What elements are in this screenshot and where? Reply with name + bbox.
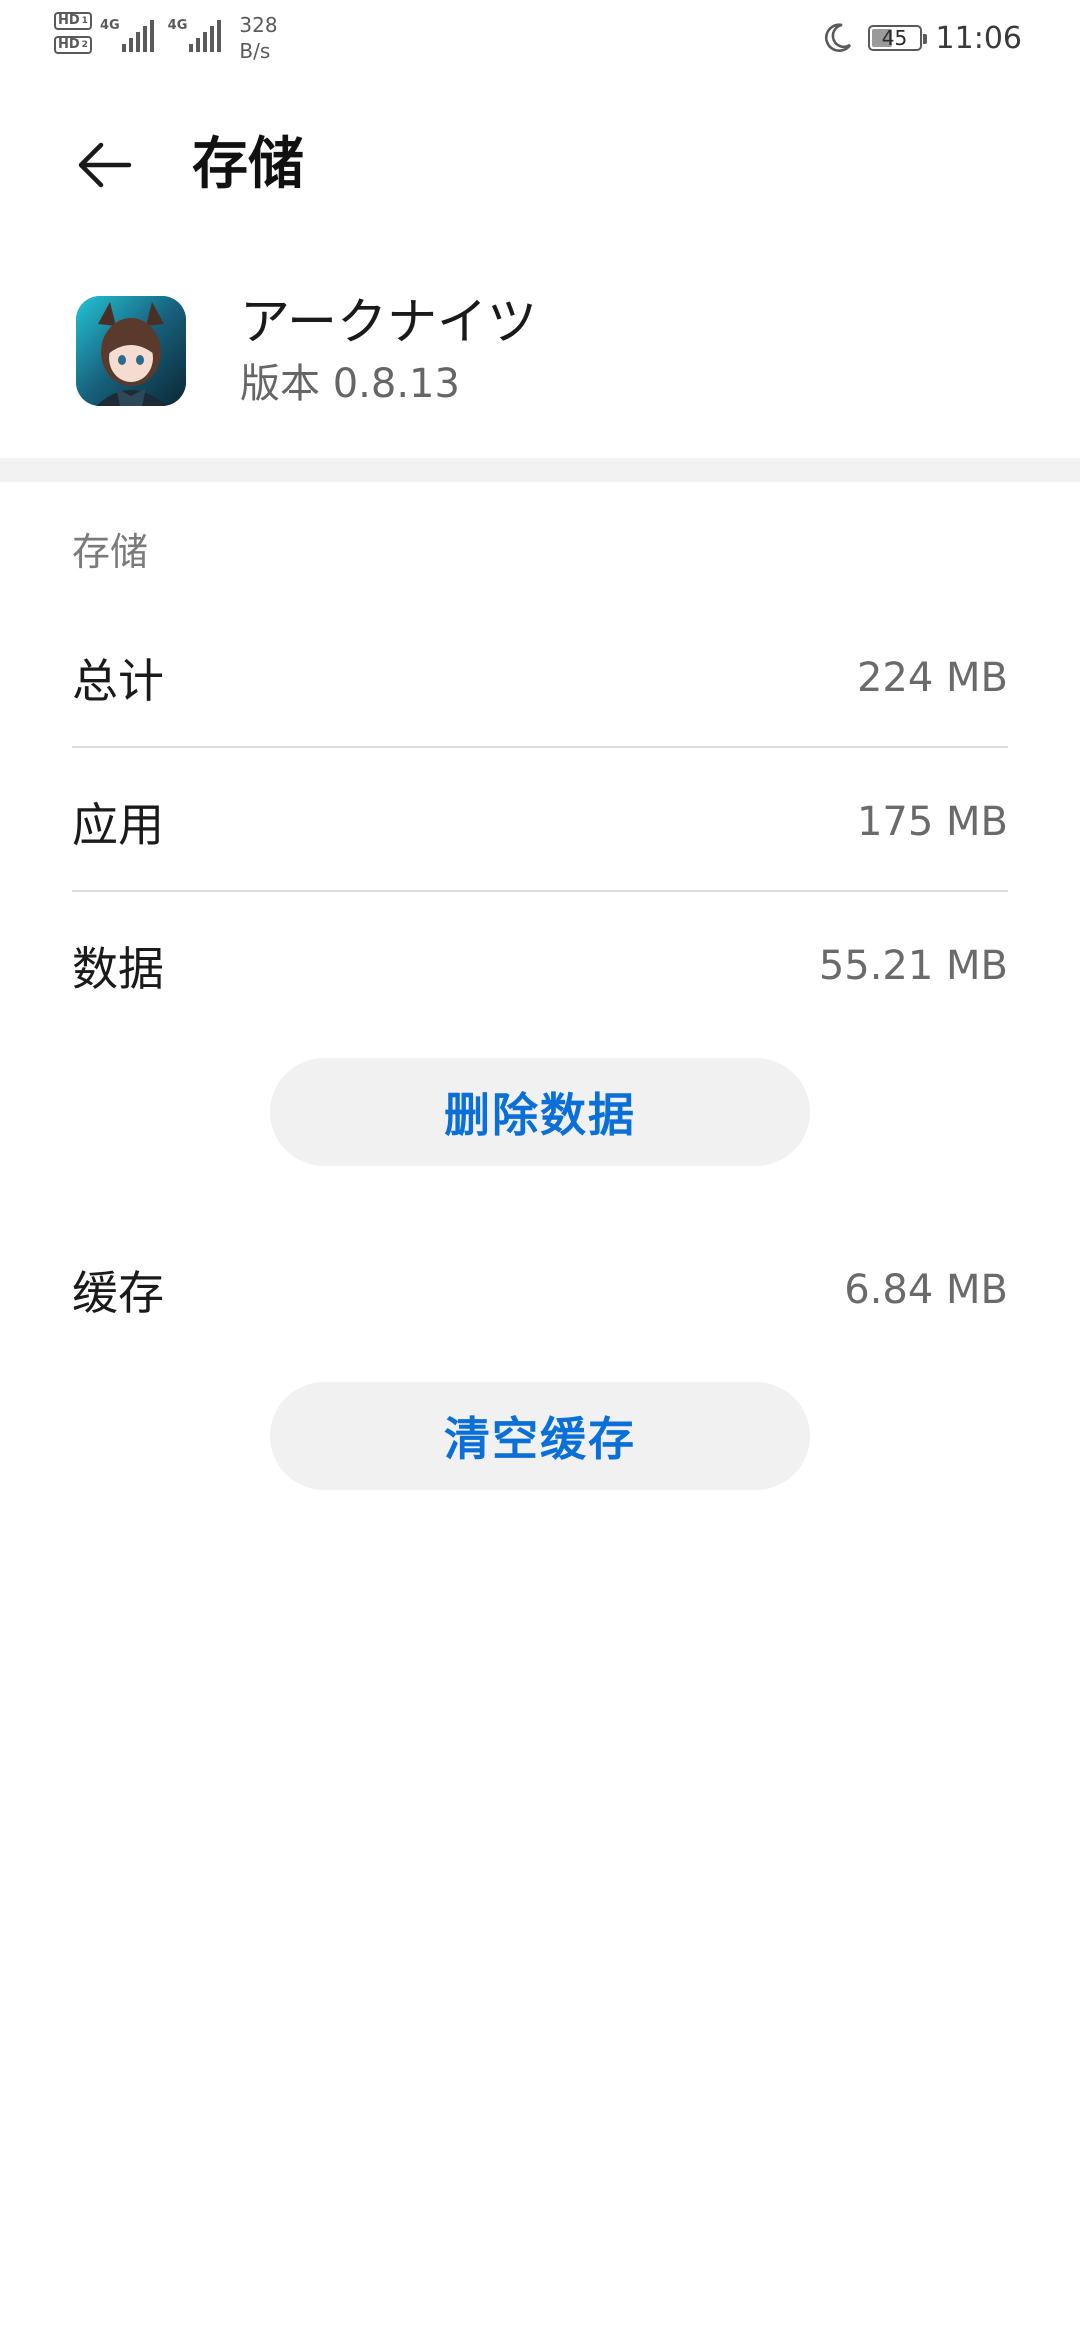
- section-label-storage: 存储: [72, 530, 149, 574]
- app-bar: 存储: [0, 110, 1080, 220]
- storage-row-cache: 缓存 6.84 MB: [72, 1218, 1008, 1362]
- character-portrait-icon: [76, 296, 186, 406]
- app-name: アークナイツ: [240, 293, 537, 351]
- total-value: 224 MB: [856, 655, 1008, 701]
- clear-cache-button[interactable]: 清空缓存: [270, 1382, 810, 1490]
- hd-voice-icon-1: HD 1: [54, 12, 92, 30]
- do-not-disturb-moon-icon: [824, 23, 851, 52]
- hd-voice-indicators: HD 1 HD 2: [54, 12, 92, 54]
- data-size-value: 55.21 MB: [818, 943, 1008, 989]
- data-size-label: 数据: [72, 942, 164, 996]
- battery-level: 45: [881, 26, 908, 50]
- battery-icon: 45: [867, 25, 927, 51]
- storage-row-data: 数据 55.21 MB: [72, 894, 1008, 1038]
- arrow-left-icon: [78, 142, 132, 188]
- section-divider: [0, 458, 1080, 482]
- app-info: アークナイツ 版本 0.8.13: [0, 290, 1080, 430]
- row-divider: [72, 746, 1008, 748]
- status-bar: HD 1 HD 2 4G 4G 328 B/s 45 11:06: [0, 0, 1080, 78]
- app-size-label: 应用: [72, 798, 164, 852]
- signal-icon-sim2: 4G: [168, 12, 222, 52]
- storage-row-total: 总计 224 MB: [72, 606, 1008, 750]
- status-right: 45 11:06: [820, 18, 1022, 58]
- app-size-value: 175 MB: [856, 799, 1008, 845]
- network-type-2: 4G: [167, 18, 188, 33]
- back-button[interactable]: [68, 128, 142, 202]
- network-type-1: 4G: [99, 18, 120, 33]
- app-version: 版本 0.8.13: [240, 361, 460, 407]
- status-left: HD 1 HD 2 4G 4G 328 B/s: [54, 12, 278, 66]
- page-title: 存储: [192, 132, 304, 197]
- hd-voice-icon-2: HD 2: [54, 36, 92, 54]
- row-divider: [72, 890, 1008, 892]
- app-icon: [76, 296, 186, 406]
- network-speed: 328 B/s: [239, 13, 278, 63]
- storage-row-app: 应用 175 MB: [72, 750, 1008, 894]
- total-label: 总计: [72, 654, 164, 708]
- cache-size-value: 6.84 MB: [844, 1267, 1008, 1313]
- signal-icon-sim1: 4G: [100, 12, 154, 52]
- clock: 11:06: [935, 20, 1022, 56]
- cache-size-label: 缓存: [72, 1266, 164, 1320]
- clear-data-button[interactable]: 删除数据: [270, 1058, 810, 1166]
